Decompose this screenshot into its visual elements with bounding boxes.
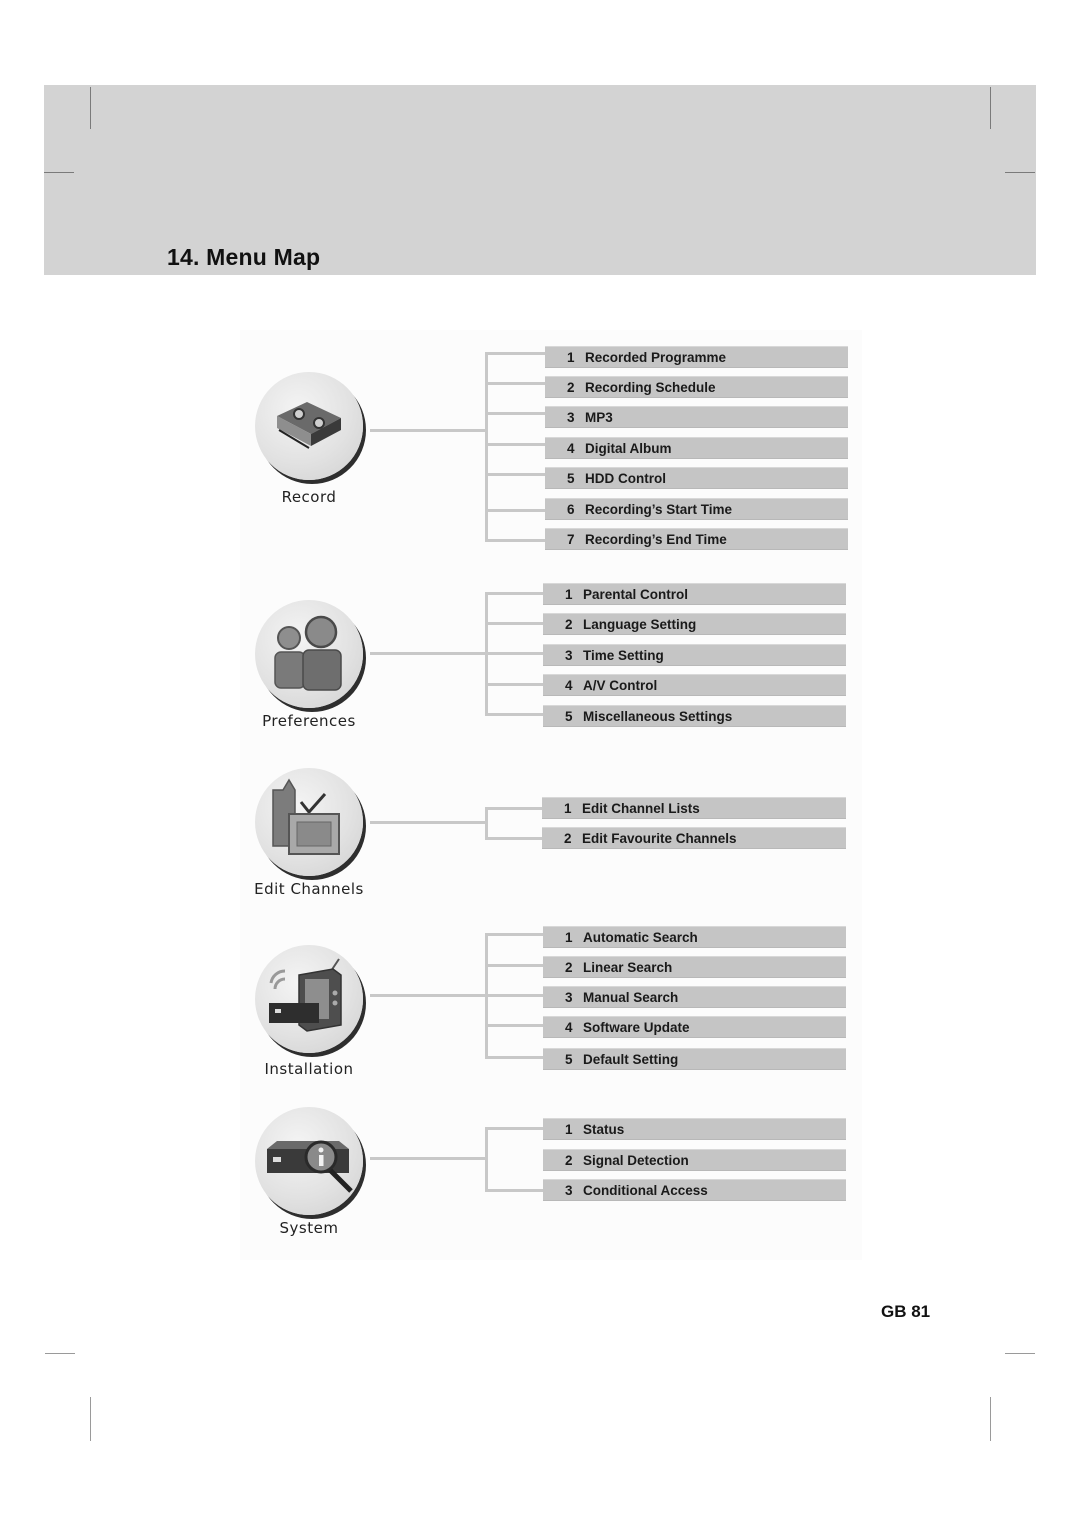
video-cassette-icon <box>255 372 363 480</box>
menu-item-parental-control: 1 Parental Control <box>543 583 846 605</box>
connector-line <box>485 352 545 355</box>
menu-section-system: System 1 Status 2 Signal Detection 3 Condit… <box>240 1095 862 1265</box>
connector-line <box>485 1024 543 1027</box>
connector-line <box>485 994 543 997</box>
connector-line <box>370 994 486 997</box>
connector-line <box>485 1189 543 1192</box>
crop-mark <box>90 87 91 129</box>
tv-checklist-icon <box>255 768 363 876</box>
menu-item-automatic-search: 1 Automatic Search <box>543 926 846 948</box>
menu-item-recording-schedule: 2 Recording Schedule <box>545 376 848 398</box>
menu-section-installation: Installation 1 Automatic Search 2 Linear S… <box>240 920 862 1090</box>
receiver-info-icon <box>255 1107 363 1215</box>
connector-line <box>485 412 545 415</box>
connector-line <box>370 652 486 655</box>
section-label: Preferences <box>262 712 356 730</box>
menu-item-recorded-programme: 1 Recorded Programme <box>545 346 848 368</box>
menu-item-miscellaneous-settings: 5 Miscellaneous Settings <box>543 705 846 727</box>
connector-line <box>485 539 545 542</box>
section-label: Edit Channels <box>254 880 364 898</box>
menu-item-manual-search: 3 Manual Search <box>543 986 846 1008</box>
connector-line <box>370 821 486 824</box>
menu-item-av-control: 4 A/V Control <box>543 674 846 696</box>
connector-line <box>485 592 545 595</box>
menu-item-status: 1 Status <box>543 1118 846 1140</box>
connector-line <box>485 807 488 839</box>
connector-line <box>485 1127 543 1130</box>
connector-line <box>485 382 545 385</box>
connector-line <box>370 1157 486 1160</box>
users-icon <box>255 600 363 708</box>
menu-item-mp3: 3 MP3 <box>545 406 848 428</box>
menu-section-record: Record 1 Recorded Programme 2 Recording Sc… <box>240 330 862 560</box>
crop-mark <box>990 87 991 129</box>
menu-item-edit-channel-lists: 1 Edit Channel Lists <box>542 797 846 819</box>
connector-line <box>485 509 545 512</box>
menu-item-signal-detection: 2 Signal Detection <box>543 1149 846 1171</box>
crop-mark <box>44 172 74 173</box>
connector-line <box>370 429 486 432</box>
connector-line <box>485 837 543 840</box>
connector-line <box>485 652 545 655</box>
section-label: System <box>279 1219 339 1237</box>
menu-item-default-setting: 5 Default Setting <box>543 1048 846 1070</box>
menu-item-language-setting: 2 Language Setting <box>543 613 846 635</box>
crop-mark <box>1005 172 1035 173</box>
connector-line <box>485 1056 543 1059</box>
menu-item-hdd-control: 5 HDD Control <box>545 467 848 489</box>
section-label: Record <box>281 488 337 506</box>
connector-line <box>485 683 545 686</box>
page-number: GB 81 <box>881 1302 931 1321</box>
menu-item-recording-start-time: 6 Recording’s Start Time <box>545 498 848 520</box>
connector-line <box>485 1127 488 1192</box>
crop-mark <box>990 1397 991 1441</box>
menu-item-recording-end-time: 7 Recording’s End Time <box>545 528 848 550</box>
connector-line <box>485 473 545 476</box>
menu-item-edit-favourite-channels: 2 Edit Favourite Channels <box>542 827 846 849</box>
menu-item-linear-search: 2 Linear Search <box>543 956 846 978</box>
menu-section-edit-channels: Edit Channels 1 Edit Channel Lists 2 Edit … <box>240 760 862 910</box>
crop-mark <box>1005 1353 1035 1354</box>
menu-section-preferences: Preferences 1 Parental Control 2 Language … <box>240 570 862 750</box>
tv-receiver-icon <box>255 945 363 1053</box>
section-label: Installation <box>264 1060 354 1078</box>
menu-item-digital-album: 4 Digital Album <box>545 437 848 459</box>
menu-item-conditional-access: 3 Conditional Access <box>543 1179 846 1201</box>
page-title: 14. Menu Map <box>167 244 321 270</box>
connector-line <box>485 933 543 936</box>
connector-line <box>485 964 543 967</box>
menu-item-time-setting: 3 Time Setting <box>543 644 846 666</box>
connector-line <box>485 352 488 542</box>
menu-item-software-update: 4 Software Update <box>543 1016 846 1038</box>
connector-line <box>485 713 545 716</box>
connector-line <box>485 622 545 625</box>
connector-line <box>485 807 543 810</box>
connector-line <box>485 443 545 446</box>
crop-mark <box>45 1353 75 1354</box>
crop-mark <box>90 1397 91 1441</box>
